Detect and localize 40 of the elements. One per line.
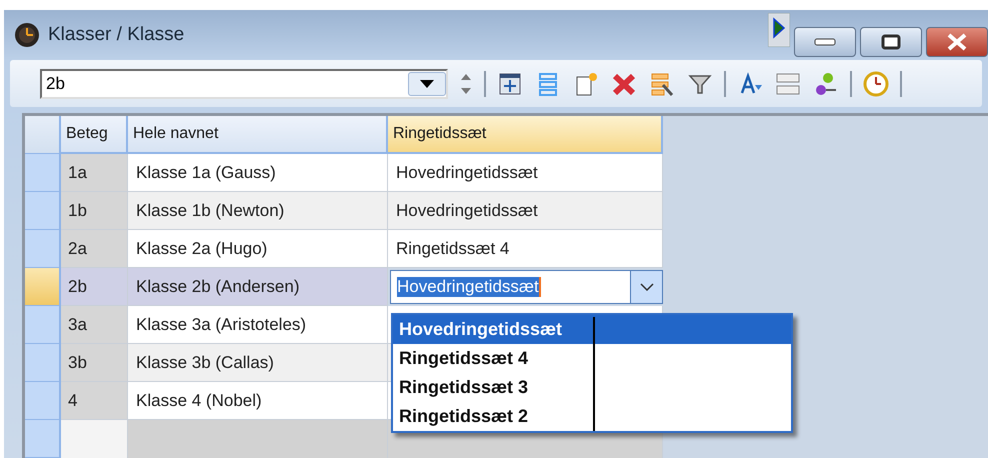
- table-cell: 4: [61, 382, 128, 420]
- table-cell: Klasse 2a (Hugo): [128, 230, 388, 268]
- table-cell: Klasse 1a (Gauss): [128, 154, 388, 192]
- table-cell: 3a: [61, 306, 128, 344]
- table-cell: Klasse 4 (Nobel): [128, 382, 388, 420]
- maximize-button[interactable]: [860, 27, 922, 58]
- maximize-icon: [881, 34, 901, 50]
- table-cell: Hovedringetidssæt: [388, 192, 663, 230]
- dropdown-option[interactable]: Ringetidssæt 4: [393, 344, 791, 373]
- close-icon: [946, 33, 968, 52]
- column-header[interactable]: Hele navnet: [128, 116, 388, 154]
- bell-schedule-combo[interactable]: Hovedringetidssæt: [390, 270, 663, 304]
- clock-icon: [14, 22, 40, 48]
- table-cell: Klasse 3a (Aristoteles): [128, 306, 388, 344]
- minimize-button[interactable]: [794, 27, 856, 58]
- table-cell: 2b: [61, 268, 128, 306]
- table-cell: Ringetidssæt 4: [388, 230, 663, 268]
- clock-icon[interactable]: [862, 70, 890, 98]
- table-cell: 3b: [61, 344, 128, 382]
- table-cell: 2a: [61, 230, 128, 268]
- dropdown-option[interactable]: Ringetidssæt 3: [393, 373, 791, 402]
- class-combo-field[interactable]: 2b: [40, 68, 448, 99]
- column-header[interactable]: Beteg: [61, 116, 128, 154]
- table-cell: Klasse 2b (Andersen): [128, 268, 388, 306]
- play-icon[interactable]: [768, 13, 790, 48]
- dropdown-option[interactable]: Hovedringetidssæt: [393, 315, 791, 344]
- dropdown-option[interactable]: Ringetidssæt 2: [393, 402, 791, 431]
- dropdown-button[interactable]: [408, 72, 446, 96]
- corner-header: [25, 116, 61, 154]
- column-header[interactable]: Ringetidssæt: [388, 116, 663, 154]
- table-cell: Klasse 1b (Newton): [128, 192, 388, 230]
- minimize-icon: [814, 38, 836, 46]
- table-cell: Klasse 3b (Callas): [128, 344, 388, 382]
- chevron-down-icon[interactable]: [630, 271, 662, 303]
- table-cell: 1a: [61, 154, 128, 192]
- window-title: Klasser / Klasse: [48, 24, 184, 46]
- table-cell: Hovedringetidssæt: [388, 154, 663, 192]
- close-button[interactable]: [926, 27, 988, 58]
- table-cell: 1b: [61, 192, 128, 230]
- caret-down-icon: [420, 80, 434, 88]
